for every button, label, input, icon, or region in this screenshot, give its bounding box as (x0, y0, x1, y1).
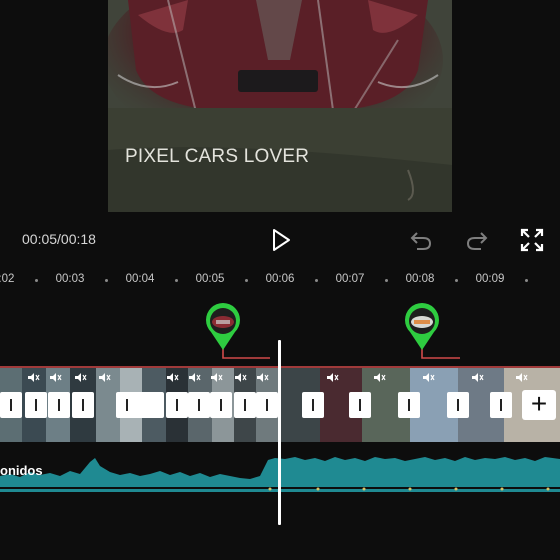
car-pin-icon (206, 302, 240, 350)
transition-handle[interactable] (0, 392, 22, 418)
speaker-mute-icon (50, 373, 62, 382)
beat-dot (268, 487, 272, 491)
timeline-ruler[interactable]: 00:02 00:03 00:04 00:05 00:06 00:07 00:0… (0, 268, 560, 294)
redo-icon (466, 232, 488, 250)
speaker-mute-icon (28, 373, 40, 382)
speaker-mute-icon (235, 373, 247, 382)
ruler-label: 00:08 (405, 273, 435, 285)
ruler-label: 00:07 (335, 273, 365, 285)
add-clip-button[interactable]: + (522, 390, 556, 420)
transition-handle[interactable] (48, 392, 70, 418)
ruler-tick (175, 279, 178, 282)
add-clip-label: + (530, 388, 548, 419)
speaker-mute-icon (472, 373, 484, 382)
playhead[interactable] (278, 340, 281, 525)
speaker-mute-icon (327, 373, 339, 382)
beat-dot (546, 487, 550, 491)
overlay-text[interactable]: PIXEL CARS LOVER (125, 146, 309, 168)
play-icon (273, 229, 290, 251)
transition-handle[interactable] (302, 392, 324, 418)
ruler-tick (525, 279, 528, 282)
speaker-mute-icon (189, 373, 201, 382)
ruler-label: 00:09 (475, 273, 505, 285)
transition-handle[interactable] (398, 392, 420, 418)
transition-handle[interactable] (25, 392, 47, 418)
speaker-mute-icon (374, 373, 386, 382)
fullscreen-button[interactable] (519, 227, 545, 253)
beat-dot (500, 487, 504, 491)
transition-handle[interactable] (210, 392, 232, 418)
video-preview[interactable] (108, 0, 452, 212)
speaker-mute-icon (211, 373, 223, 382)
redo-button[interactable] (464, 227, 490, 253)
transition-handle[interactable] (166, 392, 188, 418)
play-button[interactable] (268, 227, 294, 253)
fullscreen-icon (520, 228, 544, 252)
speaker-mute-icon (167, 373, 179, 382)
transition-handle[interactable] (490, 392, 512, 418)
marker-pin-2[interactable] (402, 302, 442, 352)
ruler-tick (385, 279, 388, 282)
car-pin-icon (405, 302, 439, 350)
ruler-tick (315, 279, 318, 282)
audio-track-label: onidos (0, 463, 43, 478)
ruler-tick (105, 279, 108, 282)
car-preview-image (108, 0, 452, 212)
speaker-mute-icon (423, 373, 435, 382)
transition-handle[interactable] (447, 392, 469, 418)
beat-dot (408, 487, 412, 491)
speaker-mute-icon (99, 373, 111, 382)
ruler-label: 00:04 (125, 273, 155, 285)
transition-handle[interactable] (234, 392, 256, 418)
transition-handle[interactable] (188, 392, 210, 418)
transition-handle[interactable] (116, 392, 164, 418)
ruler-label: 00:03 (55, 273, 85, 285)
speaker-mute-icon (516, 373, 528, 382)
undo-button[interactable] (408, 227, 434, 253)
speaker-mute-icon (257, 373, 269, 382)
beat-dot (316, 487, 320, 491)
ruler-tick (245, 279, 248, 282)
ruler-label: 00:02 (0, 273, 15, 285)
transition-handle[interactable] (72, 392, 94, 418)
speaker-mute-icon (75, 373, 87, 382)
undo-icon (410, 232, 432, 250)
marker-pin-1[interactable] (203, 302, 243, 352)
transition-handle[interactable] (256, 392, 278, 418)
beat-dot (454, 487, 458, 491)
ruler-tick (35, 279, 38, 282)
ruler-label: 00:05 (195, 273, 225, 285)
transition-handle[interactable] (349, 392, 371, 418)
beat-dot (362, 487, 366, 491)
time-display: 00:05/00:18 (22, 231, 96, 247)
ruler-tick (455, 279, 458, 282)
ruler-label: 00:06 (265, 273, 295, 285)
